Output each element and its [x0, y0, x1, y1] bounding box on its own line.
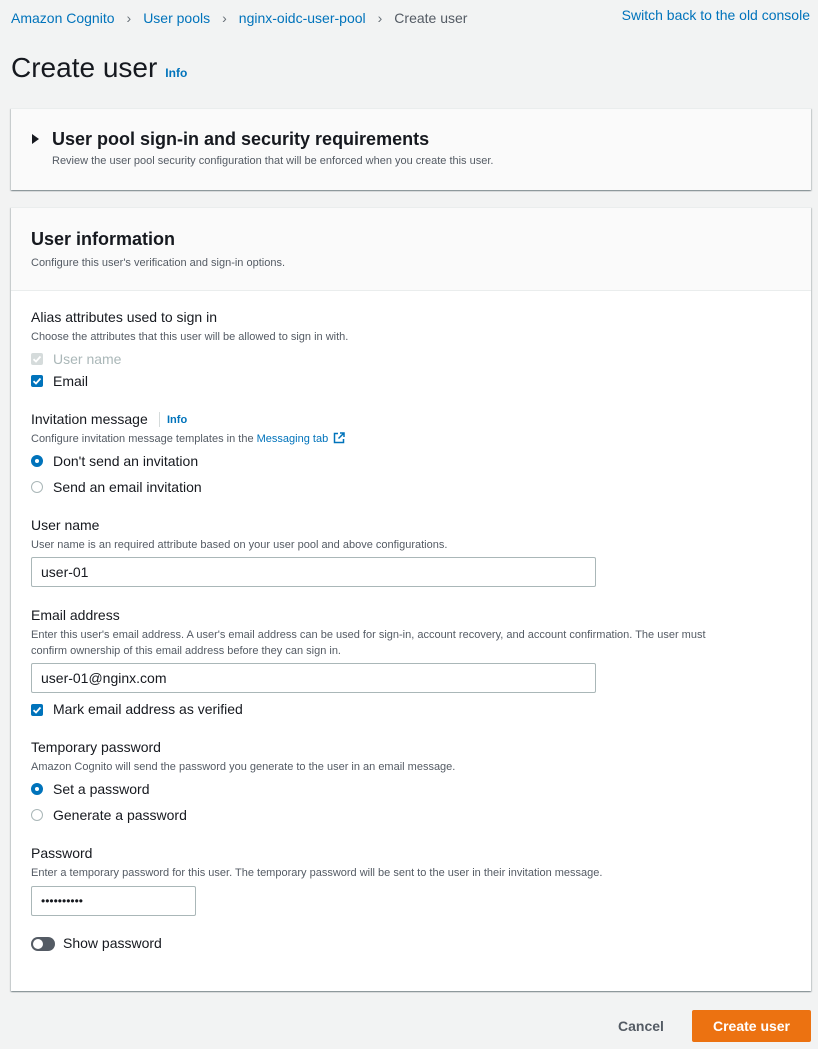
info-link[interactable]: Info — [165, 66, 187, 80]
email-label: Email address — [31, 607, 120, 623]
toggle-knob — [33, 939, 43, 949]
email-description-2: confirm ownership of this email address … — [31, 645, 341, 657]
breadcrumb-user-pool[interactable]: nginx-oidc-user-pool — [239, 10, 366, 26]
username-label: User name — [31, 517, 100, 533]
caret-right-icon[interactable] — [32, 134, 39, 144]
show-password-toggle[interactable] — [31, 937, 55, 951]
user-information-description: Configure this user's verification and s… — [31, 257, 286, 269]
no-invitation-radio[interactable] — [31, 455, 43, 467]
email-verified-label[interactable]: Mark email address as verified — [53, 701, 243, 717]
invitation-info-link[interactable]: Info — [167, 414, 187, 426]
generate-password-label[interactable]: Generate a password — [53, 807, 187, 823]
username-description: User name is an required attribute based… — [31, 539, 448, 551]
external-link-icon[interactable] — [333, 432, 345, 444]
email-invitation-radio[interactable] — [31, 481, 43, 493]
invitation-label: Invitation message — [31, 411, 148, 427]
check-icon — [32, 377, 42, 385]
page-title-row: Create user Info — [11, 52, 187, 84]
create-user-button[interactable]: Create user — [692, 1010, 811, 1042]
username-input[interactable] — [31, 557, 596, 587]
check-icon — [32, 706, 42, 714]
email-verified-checkbox[interactable] — [31, 704, 43, 716]
page-title: Create user — [11, 52, 158, 83]
chevron-right-icon: › — [222, 10, 227, 26]
username-alias-label: User name — [53, 351, 122, 367]
email-invitation-label[interactable]: Send an email invitation — [53, 479, 202, 495]
user-information-header: User information Configure this user's v… — [11, 208, 811, 291]
set-password-label[interactable]: Set a password — [53, 781, 150, 797]
chevron-right-icon: › — [126, 10, 132, 26]
password-input[interactable]: •••••••••• — [31, 886, 196, 916]
show-password-label[interactable]: Show password — [63, 935, 162, 951]
chevron-right-icon: › — [377, 10, 383, 26]
security-requirements-panel[interactable]: User pool sign-in and security requireme… — [11, 108, 811, 190]
check-icon — [32, 355, 42, 363]
switch-console-link[interactable]: Switch back to the old console — [622, 7, 810, 23]
no-invitation-label[interactable]: Don't send an invitation — [53, 453, 198, 469]
email-alias-checkbox[interactable] — [31, 375, 43, 387]
messaging-tab-link[interactable]: Messaging tab — [257, 433, 329, 445]
user-information-panel: User information Configure this user's v… — [11, 207, 811, 991]
temp-password-description: Amazon Cognito will send the password yo… — [31, 761, 456, 773]
temp-password-label: Temporary password — [31, 739, 161, 755]
alias-description: Choose the attributes that this user wil… — [31, 331, 349, 343]
password-label: Password — [31, 845, 93, 861]
breadcrumb-current: Create user — [394, 10, 468, 26]
cancel-button[interactable]: Cancel — [618, 1018, 664, 1034]
breadcrumb: Amazon Cognito › User pools › nginx-oidc… — [11, 10, 467, 26]
email-input[interactable] — [31, 663, 596, 693]
generate-password-radio[interactable] — [31, 809, 43, 821]
breadcrumb-amazon-cognito[interactable]: Amazon Cognito — [11, 10, 115, 26]
security-panel-title[interactable]: User pool sign-in and security requireme… — [52, 129, 429, 150]
security-panel-description: Review the user pool security configurat… — [52, 155, 494, 167]
set-password-radio[interactable] — [31, 783, 43, 795]
email-alias-label[interactable]: Email — [53, 373, 88, 389]
user-information-title: User information — [31, 229, 176, 249]
password-description: Enter a temporary password for this user… — [31, 867, 603, 879]
invitation-description: Configure invitation message templates i… — [31, 431, 345, 447]
divider — [159, 412, 160, 427]
alias-label: Alias attributes used to sign in — [31, 309, 217, 325]
username-alias-checkbox — [31, 353, 43, 365]
breadcrumb-user-pools[interactable]: User pools — [143, 10, 210, 26]
email-description-1: Enter this user's email address. A user'… — [31, 629, 706, 641]
